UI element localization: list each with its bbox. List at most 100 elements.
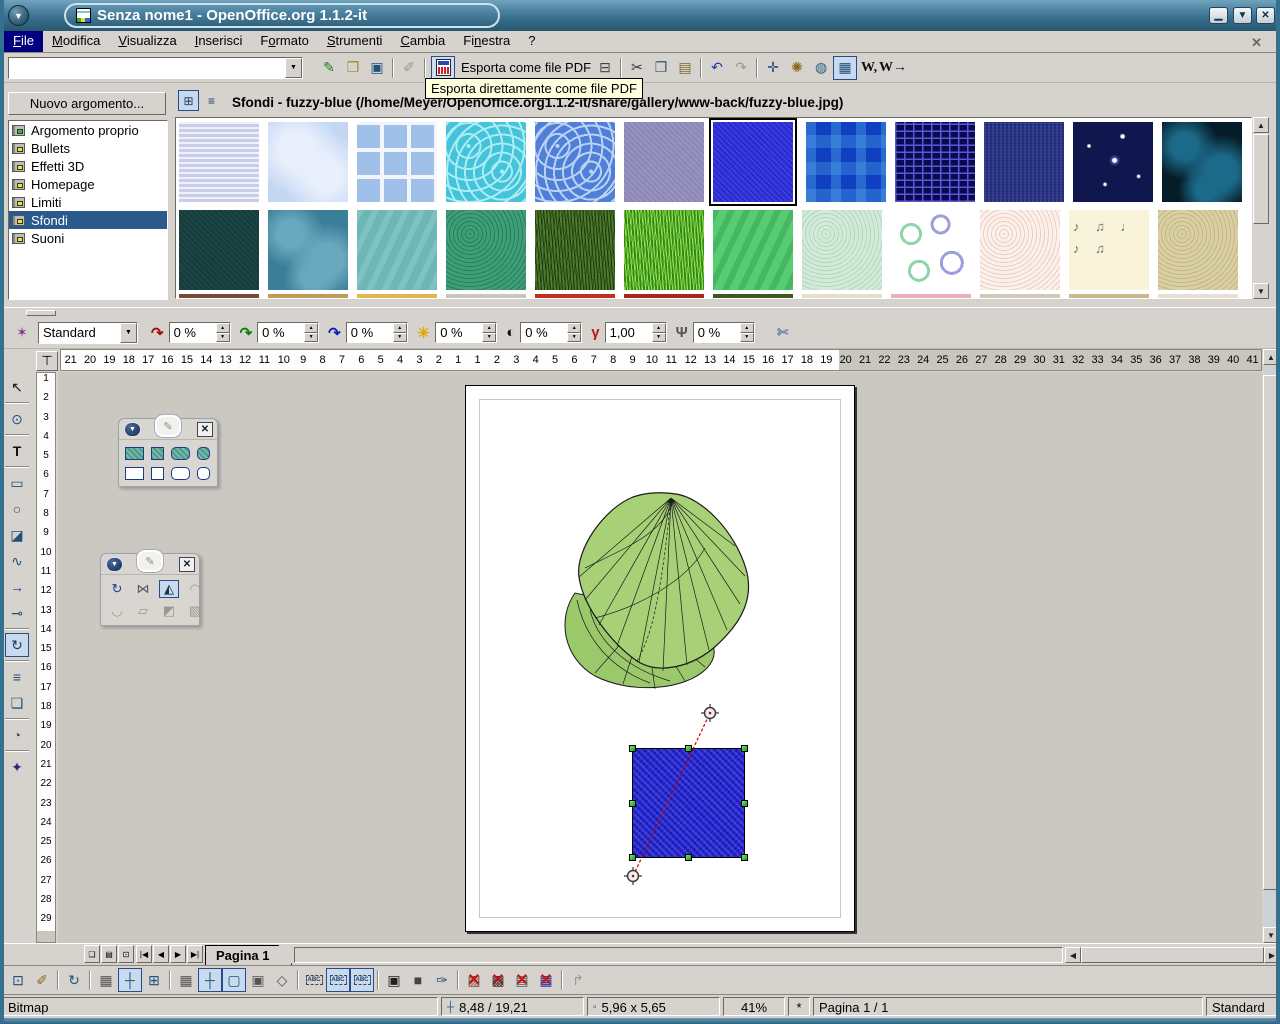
gallery-thumbnail-sand-beige[interactable] [1158,210,1238,290]
url-input[interactable] [9,58,285,78]
dblclick-edit-text-icon[interactable]: ABC [350,968,374,992]
contrast-spinner[interactable]: 0 %▲▼ [520,322,582,343]
help-agent-icon[interactable]: W→ [881,56,905,80]
gallery-thumbnail-squares-blue[interactable] [806,122,886,202]
ellipse-tool[interactable]: ○ [5,497,29,521]
gallery-thumbnail-selected-frame[interactable] [709,118,797,206]
prev-page-button[interactable]: ◀ [153,945,169,963]
red-channel-spinner[interactable]: 0 %▲▼ [169,322,231,343]
menu-file[interactable]: File [4,31,43,52]
gallery-thumbnail-fabric-navy[interactable] [984,122,1064,202]
guides-moving-icon[interactable]: ⊞ [142,968,166,992]
status-zoom[interactable]: 41% [723,997,785,1016]
rotate-3d-icon[interactable]: ◭ [159,580,179,598]
first-page-button[interactable]: |◀ [136,945,152,963]
transparency-spinner[interactable]: 0 %▲▼ [693,322,755,343]
modify-simple-icon[interactable]: ■ [406,968,430,992]
gallery-thumbnail-grass-dark[interactable] [535,210,615,290]
gallery-thumbnail-green-speckle[interactable] [446,210,526,290]
alignment-tool[interactable]: ≡ [5,665,29,689]
spin-down-icon[interactable]: ▼ [567,333,581,343]
menu-modifica[interactable]: Modifica [43,31,109,52]
flip-icon[interactable]: ⋈ [133,580,153,598]
gallery-thumbnail-tiles-blue[interactable] [357,122,437,202]
edit-file-icon[interactable]: ✐ [397,56,421,80]
paste-icon[interactable]: ▤ [673,56,697,80]
brightness-spinner[interactable]: 0 %▲▼ [435,322,497,343]
last-page-button[interactable]: ▶| [187,945,203,963]
vertical-ruler[interactable]: 1234567891011121314151617181920212223242… [36,372,56,943]
title-bar[interactable]: ▼ Senza nome1 - OpenOffice.org 1.1.2-it … [0,0,1280,31]
crop-icon[interactable]: ✄ [771,321,795,345]
rotation-mode-icon[interactable]: ↻ [62,968,86,992]
gallery-scroll-up-icon[interactable]: ▲ [1253,117,1269,133]
page-tab[interactable]: Pagina 1 [205,945,292,965]
blue-channel-spinner[interactable]: 0 %▲▼ [346,322,408,343]
gallery-scrollbar[interactable]: ▲ ▼ [1253,117,1269,299]
filter-icon[interactable]: ✶ [10,321,34,345]
effects-palette-titlebar[interactable]: ▼ ✎ ✕ [101,554,199,575]
palette-close-icon[interactable]: ✕ [197,422,213,437]
menu-strumenti[interactable]: Strumenti [318,31,392,52]
palette-close-icon[interactable]: ✕ [179,557,195,572]
shape-rectangle-filled[interactable] [125,445,144,461]
snap-to-lines-icon[interactable]: ┼ [198,968,222,992]
rectangle-tool[interactable]: ▭ [5,471,29,495]
gallery-thumbnail-water-teal-drops[interactable] [268,210,348,290]
gallery-thumbnail-crinkle-purple[interactable] [624,122,704,202]
effects-tool[interactable]: ↻ [5,633,29,657]
spin-up-icon[interactable]: ▲ [567,323,581,333]
select-tool[interactable]: ↖ [5,375,29,399]
menu-cambia[interactable]: Cambia [391,31,454,52]
gallery-topic-effetti-3d[interactable]: Effetti 3D [9,157,167,175]
snap-to-grid-icon[interactable]: ▦ [174,968,198,992]
menu-inserisci[interactable]: Inserisci [186,31,252,52]
spin-down-icon[interactable]: ▼ [652,333,666,343]
palette-edit-icon[interactable]: ✎ [137,550,163,572]
set-in-circle-icon[interactable]: ◠ [185,580,205,598]
gallery-thumbnail-circuit-navy[interactable] [895,122,975,202]
gallery-thumbnail-rings-pastel[interactable] [891,210,971,290]
glue-points-icon[interactable]: ✐ [30,968,54,992]
substitute-picture-icon[interactable]: ▨✕ [462,968,486,992]
exit-all-groups-icon[interactable]: ↱ [566,968,590,992]
spin-up-icon[interactable]: ▲ [482,323,496,333]
graphics-mode-combo[interactable]: Standard ▼ [38,322,138,344]
spin-up-icon[interactable]: ▲ [304,323,318,333]
menu-?[interactable]: ? [519,31,544,52]
undo-icon[interactable]: ↶ [705,56,729,80]
url-dropdown-icon[interactable]: ▼ [285,58,302,78]
shape-rounded-rectangle-filled[interactable] [171,445,190,461]
url-combo[interactable]: ▼ [8,57,303,79]
shape-square-outline[interactable] [150,465,165,481]
substitute-text-icon[interactable]: ▤✕ [510,968,534,992]
hscroll-thumb[interactable] [1081,947,1264,963]
substitute-fill-icon[interactable]: ▩✕ [486,968,510,992]
menu-visualizza[interactable]: Visualizza [109,31,185,52]
insert-object-tool[interactable]: ◔ [5,723,29,747]
print-icon[interactable]: ⊟ [593,56,617,80]
shape-rounded-square-filled[interactable] [196,445,211,461]
next-page-button[interactable]: ▶ [170,945,186,963]
select-text-area-icon[interactable]: ABC [326,968,350,992]
gallery-thumbnail-waves-green[interactable] [713,210,793,290]
interactive-gradient-icon[interactable]: ▧ [185,602,205,620]
shade-button[interactable]: ▼ [1233,7,1252,24]
gallery-thumbnail-speckle-cream[interactable] [980,210,1060,290]
palette-collapse-icon[interactable]: ▼ [124,422,141,437]
gallery-topic-suoni[interactable]: Suoni [9,229,167,247]
layer-mode-button[interactable]: ⊡ [118,945,134,963]
snap-to-points-icon[interactable]: ◇ [270,968,294,992]
green-3d-object[interactable] [555,488,755,693]
shape-rectangle-outline[interactable] [125,465,144,481]
spin-down-icon[interactable]: ▼ [393,333,407,343]
menu-finestra[interactable]: Finestra [454,31,519,52]
show-snap-lines-icon[interactable]: ┼ [118,968,142,992]
snap-to-border-icon[interactable]: ▣ [246,968,270,992]
gallery-icon[interactable]: ▦ [833,56,857,80]
quick-edit-icon[interactable]: ABC [302,968,326,992]
gallery-thumbnail-swirl-dark-teal[interactable] [1162,122,1242,202]
zoom-tool[interactable]: ⊙ [5,407,29,431]
gallery-thumbnail-stars-night[interactable] [1073,122,1153,202]
shape-rounded-square-outline[interactable] [196,465,211,481]
